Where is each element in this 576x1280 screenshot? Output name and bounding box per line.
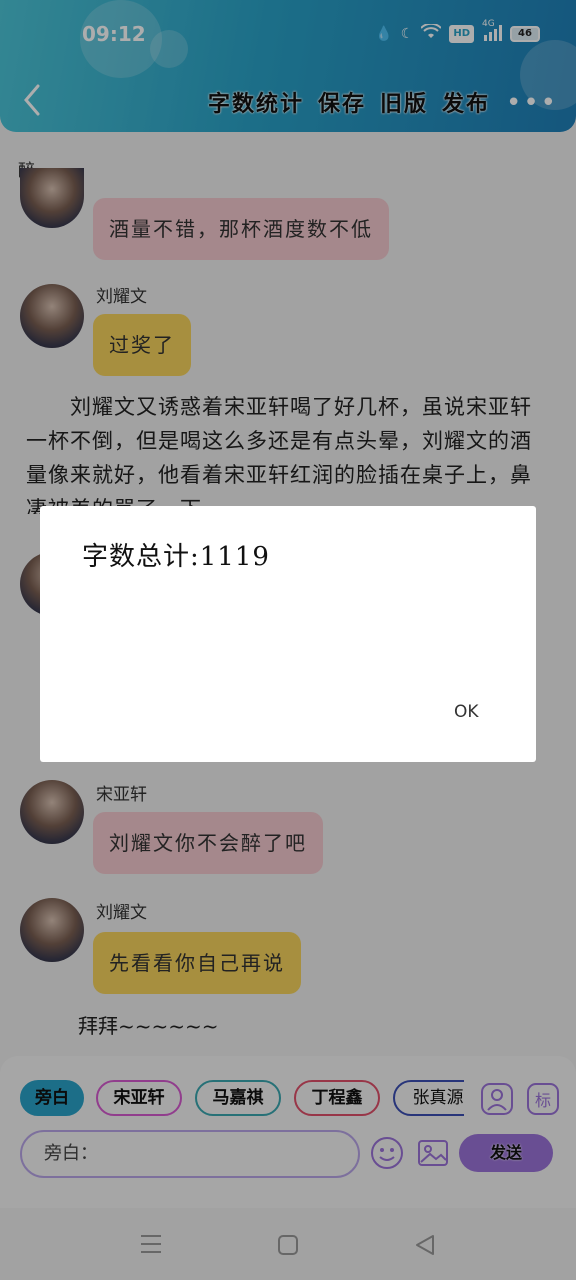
- word-count-text: 字数总计:1119: [82, 542, 270, 572]
- ok-button[interactable]: OK: [454, 702, 479, 722]
- word-count-dialog: 字数总计:1119 OK: [40, 506, 536, 762]
